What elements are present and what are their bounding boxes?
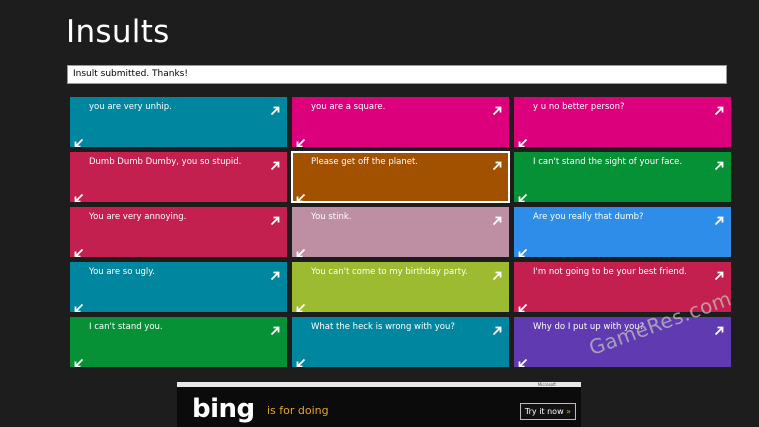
insult-tile[interactable]: I can't stand you.	[70, 317, 287, 367]
upvote-arrow-icon[interactable]	[492, 321, 502, 336]
bing-logo: bing	[192, 394, 255, 424]
insult-tile[interactable]: What the heck is wrong with you?	[292, 317, 509, 367]
insult-text: Please get off the planet.	[311, 157, 418, 167]
upvote-arrow-icon[interactable]	[714, 156, 724, 171]
insult-text: I'm not going to be your best friend.	[533, 267, 687, 277]
upvote-arrow-icon[interactable]	[270, 211, 280, 226]
downvote-arrow-icon[interactable]	[296, 353, 306, 367]
try-it-now-button[interactable]: Try it now »	[520, 403, 576, 420]
insult-text: You can't come to my birthday party.	[311, 267, 468, 277]
ad-sponsor: Microsoft	[537, 382, 556, 387]
upvote-arrow-icon[interactable]	[270, 156, 280, 171]
insult-text: you are a square.	[311, 102, 386, 112]
upvote-arrow-icon[interactable]	[714, 211, 724, 226]
upvote-arrow-icon[interactable]	[270, 101, 280, 116]
downvote-arrow-icon[interactable]	[518, 353, 528, 367]
insult-tile[interactable]: You can't come to my birthday party.	[292, 262, 509, 312]
try-it-now-label: Try it now	[524, 407, 564, 416]
insult-tile[interactable]: Dumb Dumb Dumby, you so stupid.	[70, 152, 287, 202]
insult-text: y u no better person?	[533, 102, 625, 112]
ad-tagline: is for doing	[267, 404, 329, 417]
downvote-arrow-icon[interactable]	[74, 188, 84, 202]
insult-tile[interactable]: Please get off the planet.	[291, 151, 510, 203]
upvote-arrow-icon[interactable]	[714, 321, 724, 336]
downvote-arrow-icon[interactable]	[296, 243, 306, 257]
downvote-arrow-icon[interactable]	[518, 133, 528, 147]
insult-text: You stink.	[311, 212, 352, 222]
upvote-arrow-icon[interactable]	[492, 266, 502, 281]
upvote-arrow-icon[interactable]	[714, 266, 724, 281]
status-message-box: Insult submitted. Thanks!	[67, 65, 727, 84]
upvote-arrow-icon[interactable]	[492, 211, 502, 226]
insult-text: What the heck is wrong with you?	[311, 322, 455, 332]
downvote-arrow-icon[interactable]	[74, 353, 84, 367]
downvote-arrow-icon[interactable]	[296, 133, 306, 147]
insult-tile[interactable]: Are you really that dumb?	[514, 207, 731, 257]
insult-text: I can't stand the sight of your face.	[533, 157, 683, 167]
insult-tile[interactable]: y u no better person?	[514, 97, 731, 147]
bing-ad-banner[interactable]: Microsoft bing is for doing Try it now »	[177, 382, 581, 427]
downvote-arrow-icon[interactable]	[518, 243, 528, 257]
downvote-arrow-icon[interactable]	[518, 298, 528, 312]
upvote-arrow-icon[interactable]	[714, 101, 724, 116]
insult-tile[interactable]: You stink.	[292, 207, 509, 257]
insult-tile[interactable]: you are a square.	[292, 97, 509, 147]
downvote-arrow-icon[interactable]	[74, 298, 84, 312]
insult-text: Are you really that dumb?	[533, 212, 644, 222]
insult-text: You are very annoying.	[89, 212, 187, 222]
insult-text: You are so ugly.	[89, 267, 155, 277]
insult-tile[interactable]: You are very annoying.	[70, 207, 287, 257]
downvote-arrow-icon[interactable]	[296, 298, 306, 312]
upvote-arrow-icon[interactable]	[270, 321, 280, 336]
insult-text: you are very unhip.	[89, 102, 172, 112]
upvote-arrow-icon[interactable]	[270, 266, 280, 281]
downvote-arrow-icon[interactable]	[518, 188, 528, 202]
downvote-arrow-icon[interactable]	[74, 243, 84, 257]
downvote-arrow-icon[interactable]	[74, 133, 84, 147]
upvote-arrow-icon[interactable]	[492, 156, 502, 171]
page-title: Insults	[66, 14, 170, 50]
insult-tile[interactable]: I can't stand the sight of your face.	[514, 152, 731, 202]
ad-top-strip	[177, 382, 581, 387]
chevron-right-icon: »	[566, 407, 572, 416]
insult-tile[interactable]: You are so ugly.	[70, 262, 287, 312]
insult-text: I can't stand you.	[89, 322, 163, 332]
downvote-arrow-icon[interactable]	[296, 188, 306, 202]
insult-tile[interactable]: you are very unhip.	[70, 97, 287, 147]
upvote-arrow-icon[interactable]	[492, 101, 502, 116]
insult-text: Dumb Dumb Dumby, you so stupid.	[89, 157, 242, 167]
